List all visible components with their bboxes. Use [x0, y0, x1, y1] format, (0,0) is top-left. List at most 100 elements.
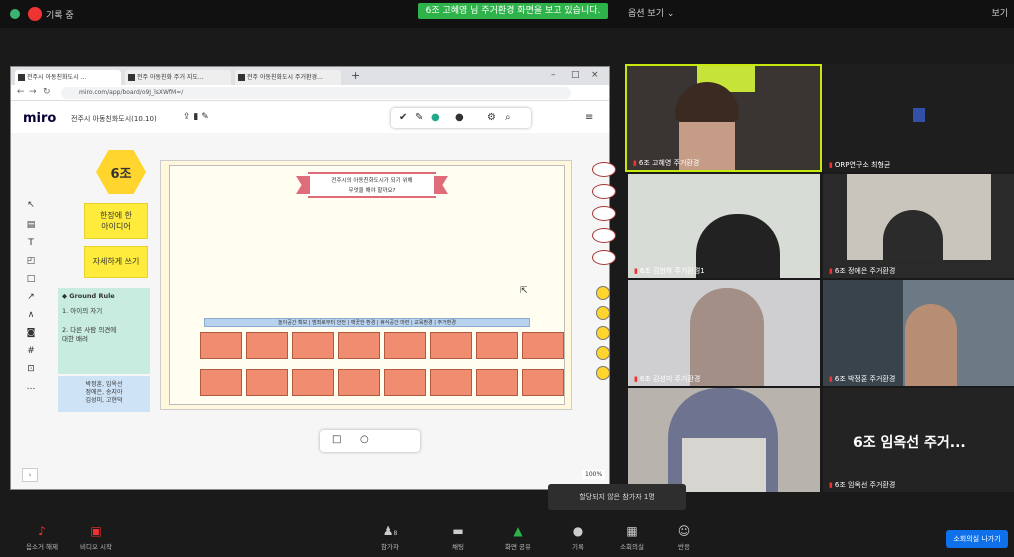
view-options-button[interactable]: 옵션 보기 ⌄ [628, 6, 674, 19]
browser-tab[interactable]: 전주시 아동친화도시 ... [15, 70, 121, 85]
video-tile[interactable]: ▮ 6조 정에은 주거환경 [823, 174, 1014, 278]
empty-note[interactable] [522, 369, 564, 396]
video-tile[interactable]: 6조 임옥선 주거... ▮ 6조 임옥선 주거환경 [823, 388, 1014, 492]
back-icon[interactable]: ← [17, 87, 25, 97]
reactions-button[interactable]: ☺ 반응 [662, 524, 706, 551]
browser-tab[interactable]: 전주 아동친화 주거 지도... [125, 70, 231, 85]
empty-note[interactable] [476, 369, 518, 396]
video-tile[interactable] [628, 388, 820, 492]
video-tile[interactable]: ▮ 6조 박정훈 주거환경 [823, 280, 1014, 386]
board-name[interactable]: 전주시 아동친화도시(10.10) [71, 114, 157, 124]
empty-note[interactable] [384, 369, 426, 396]
oval-shape[interactable] [592, 206, 616, 221]
upload-icon[interactable]: ⇪ ▮ ✎ [183, 112, 209, 122]
empty-note[interactable] [246, 369, 288, 396]
pen-icon[interactable]: ∧ [26, 310, 36, 320]
question-banner[interactable]: 전주시의 아동친화도시가 되기 위해 무엇을 해야 할까요? [308, 172, 436, 198]
leave-breakout-button[interactable]: 소회의실 나가기 [946, 530, 1008, 548]
participant-name: ▮ ORP연구소 최형균 [829, 161, 891, 169]
recording-icon[interactable] [28, 7, 42, 21]
empty-note[interactable] [246, 332, 288, 359]
circle-shape[interactable] [596, 346, 610, 360]
board-frame[interactable]: 전주시의 아동친화도시가 되기 위해 무엇을 해야 할까요? 놀이공간 확보 |… [160, 160, 572, 410]
close-icon[interactable]: × [591, 70, 599, 80]
participant-name: ▮ 6조 김성미 주거환경 [634, 375, 701, 383]
mic-muted-icon: ▮ [829, 481, 833, 489]
share-screen-button[interactable]: ▲ 화면 공유 [496, 524, 540, 551]
frame-icon[interactable]: # [26, 346, 36, 356]
pen-icon[interactable]: ✎ [415, 112, 423, 123]
participant-video [905, 304, 957, 386]
frame-list-icon[interactable]: □ [332, 434, 341, 445]
oval-shape[interactable] [592, 184, 616, 199]
new-tab-icon[interactable]: + [351, 69, 360, 82]
empty-note[interactable] [522, 332, 564, 359]
select-icon[interactable]: ↖ [26, 200, 36, 210]
empty-note[interactable] [200, 369, 242, 396]
sticky-note-icon[interactable]: ◰ [26, 256, 36, 266]
circle-shape[interactable] [596, 326, 610, 340]
reaction-icon[interactable]: ✔ [399, 112, 407, 123]
reload-icon[interactable]: ↻ [43, 87, 51, 97]
participants-button[interactable]: ♟8 참가자 [368, 524, 412, 551]
mic-muted-icon: ▮ [829, 375, 833, 383]
breakout-rooms-button[interactable]: ▦ 소회의실 [610, 524, 654, 551]
empty-note[interactable] [476, 332, 518, 359]
video-tile[interactable]: ▮ 6조 고혜영 주거환경 [625, 64, 822, 172]
unmute-button[interactable]: ♪ 음소거 해제 [20, 524, 64, 551]
empty-note[interactable] [338, 332, 380, 359]
circle-icon[interactable]: ○ [360, 434, 369, 445]
settings-icon[interactable]: ⚙ [487, 112, 496, 123]
template-icon[interactable]: ▤ [26, 220, 36, 230]
empty-note[interactable] [200, 332, 242, 359]
mic-muted-icon: ▮ [829, 161, 833, 169]
video-tile[interactable]: ▮ ORP연구소 최형균 [823, 64, 1014, 172]
empty-note[interactable] [430, 332, 472, 359]
oval-shape[interactable] [592, 228, 616, 243]
circle-shape[interactable] [596, 306, 610, 320]
unassigned-participant-toast[interactable]: 할당되지 않은 참가자 1명 [548, 484, 686, 510]
video-tile[interactable]: ▮ 6조 김현하 주거환경1 [628, 174, 820, 278]
view-button[interactable]: 보기 [991, 6, 1008, 19]
start-video-button[interactable]: ▣ 비디오 시작 [74, 524, 118, 551]
shape-icon[interactable]: □ [26, 274, 36, 284]
browser-tab[interactable]: 전주 아동친화도시 주거환경... [235, 70, 341, 85]
avatar[interactable]: ● [431, 112, 440, 123]
upload-icon[interactable]: ⊡ [26, 364, 36, 374]
empty-note[interactable] [338, 369, 380, 396]
maximize-icon[interactable]: □ [571, 70, 580, 80]
sticky-note[interactable]: 한장에 한 아이디어 [84, 203, 148, 239]
empty-note[interactable] [430, 369, 472, 396]
search-icon[interactable]: ⌕ [505, 112, 511, 123]
board-frame-inner: 전주시의 아동친화도시가 되기 위해 무엇을 해야 할까요? 놀이공간 확보 |… [169, 165, 565, 405]
menu-icon[interactable]: ≡ [585, 112, 593, 123]
empty-note[interactable] [384, 332, 426, 359]
circle-shape[interactable] [596, 286, 610, 300]
member-names-note[interactable]: 박정훈, 임옥선 정에은, 송지아 김성미, 고현덕 [58, 376, 150, 412]
avatar[interactable]: ● [455, 112, 464, 123]
empty-note[interactable] [292, 369, 334, 396]
category-header[interactable]: 놀이공간 확보 | 범죄로부터 안전 | 깨끗한 환경 | 휴식공간 마련 | … [204, 318, 530, 327]
empty-note[interactable] [292, 332, 334, 359]
collapse-icon[interactable]: › [22, 468, 38, 482]
minimize-icon[interactable]: – [551, 70, 556, 80]
video-tile[interactable]: ▮ 6조 김성미 주거환경 [628, 280, 820, 386]
chat-button[interactable]: ▬ 채팅 [436, 524, 480, 551]
connector-icon[interactable]: ↗ [26, 292, 36, 302]
oval-shape[interactable] [592, 162, 616, 177]
sticky-note[interactable]: 자세하게 쓰기 [84, 246, 148, 278]
ground-rule-item: 1. 아이의 자기 [62, 307, 103, 316]
oval-shape[interactable] [592, 250, 616, 265]
more-icon[interactable]: … [26, 382, 36, 392]
record-button[interactable]: ● 기록 [556, 524, 600, 551]
url-field[interactable]: miro.com/app/board/o9J_lsXWfM=/ [61, 87, 571, 99]
circle-shape[interactable] [596, 366, 610, 380]
comment-icon[interactable]: ◙ [26, 328, 36, 338]
mic-muted-icon: ▮ [634, 375, 638, 383]
text-icon[interactable]: T [26, 238, 36, 248]
participant-display-name: 6조 임옥선 주거... [853, 435, 966, 451]
forward-icon[interactable]: → [29, 87, 37, 97]
ground-rule-note[interactable]: ◆ Ground Rule 1. 아이의 자기 2. 다른 사람 의견에 대한 … [58, 288, 150, 374]
zoom-level[interactable]: 100% [582, 470, 606, 479]
participant-name: ▮ 6조 박정훈 주거환경 [829, 375, 896, 383]
